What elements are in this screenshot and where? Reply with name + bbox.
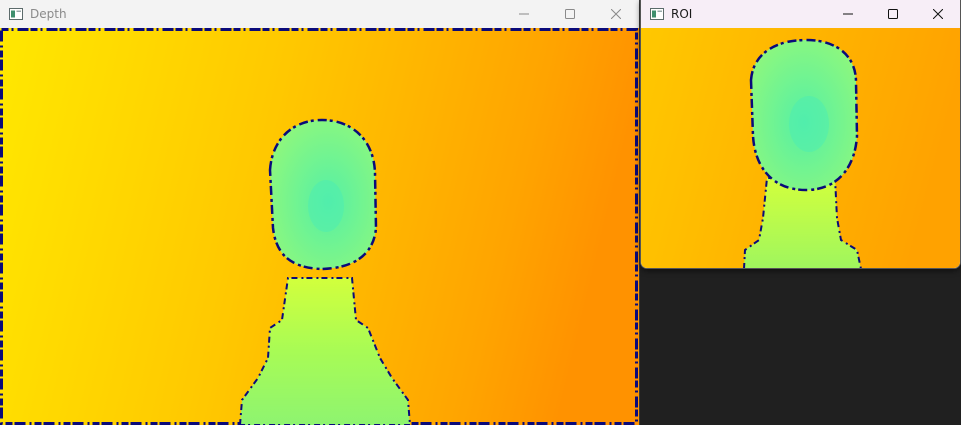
roi-image bbox=[641, 28, 960, 268]
minimize-button[interactable] bbox=[825, 0, 870, 28]
opencv-window-icon bbox=[8, 6, 24, 22]
window-controls bbox=[501, 0, 639, 28]
window-title: Depth bbox=[30, 7, 67, 21]
window-controls bbox=[825, 0, 960, 28]
maximize-button[interactable] bbox=[547, 0, 593, 28]
roi-window[interactable]: ROI bbox=[640, 0, 961, 269]
window-title: ROI bbox=[671, 7, 693, 21]
roi-titlebar[interactable]: ROI bbox=[641, 0, 960, 28]
depth-titlebar[interactable]: Depth bbox=[0, 0, 639, 28]
opencv-window-icon bbox=[649, 6, 665, 22]
maximize-button[interactable] bbox=[870, 0, 915, 28]
depth-image bbox=[0, 28, 639, 425]
depth-window[interactable]: Depth bbox=[0, 0, 640, 425]
maximize-icon bbox=[887, 9, 898, 19]
desktop: Depth ROI bbox=[0, 0, 961, 425]
maximize-icon bbox=[565, 9, 575, 19]
minimize-button[interactable] bbox=[501, 0, 547, 28]
close-icon bbox=[611, 9, 621, 19]
minimize-icon bbox=[842, 9, 853, 19]
minimize-icon bbox=[519, 9, 529, 19]
close-button[interactable] bbox=[593, 0, 639, 28]
close-button[interactable] bbox=[915, 0, 960, 28]
close-icon bbox=[932, 9, 943, 19]
